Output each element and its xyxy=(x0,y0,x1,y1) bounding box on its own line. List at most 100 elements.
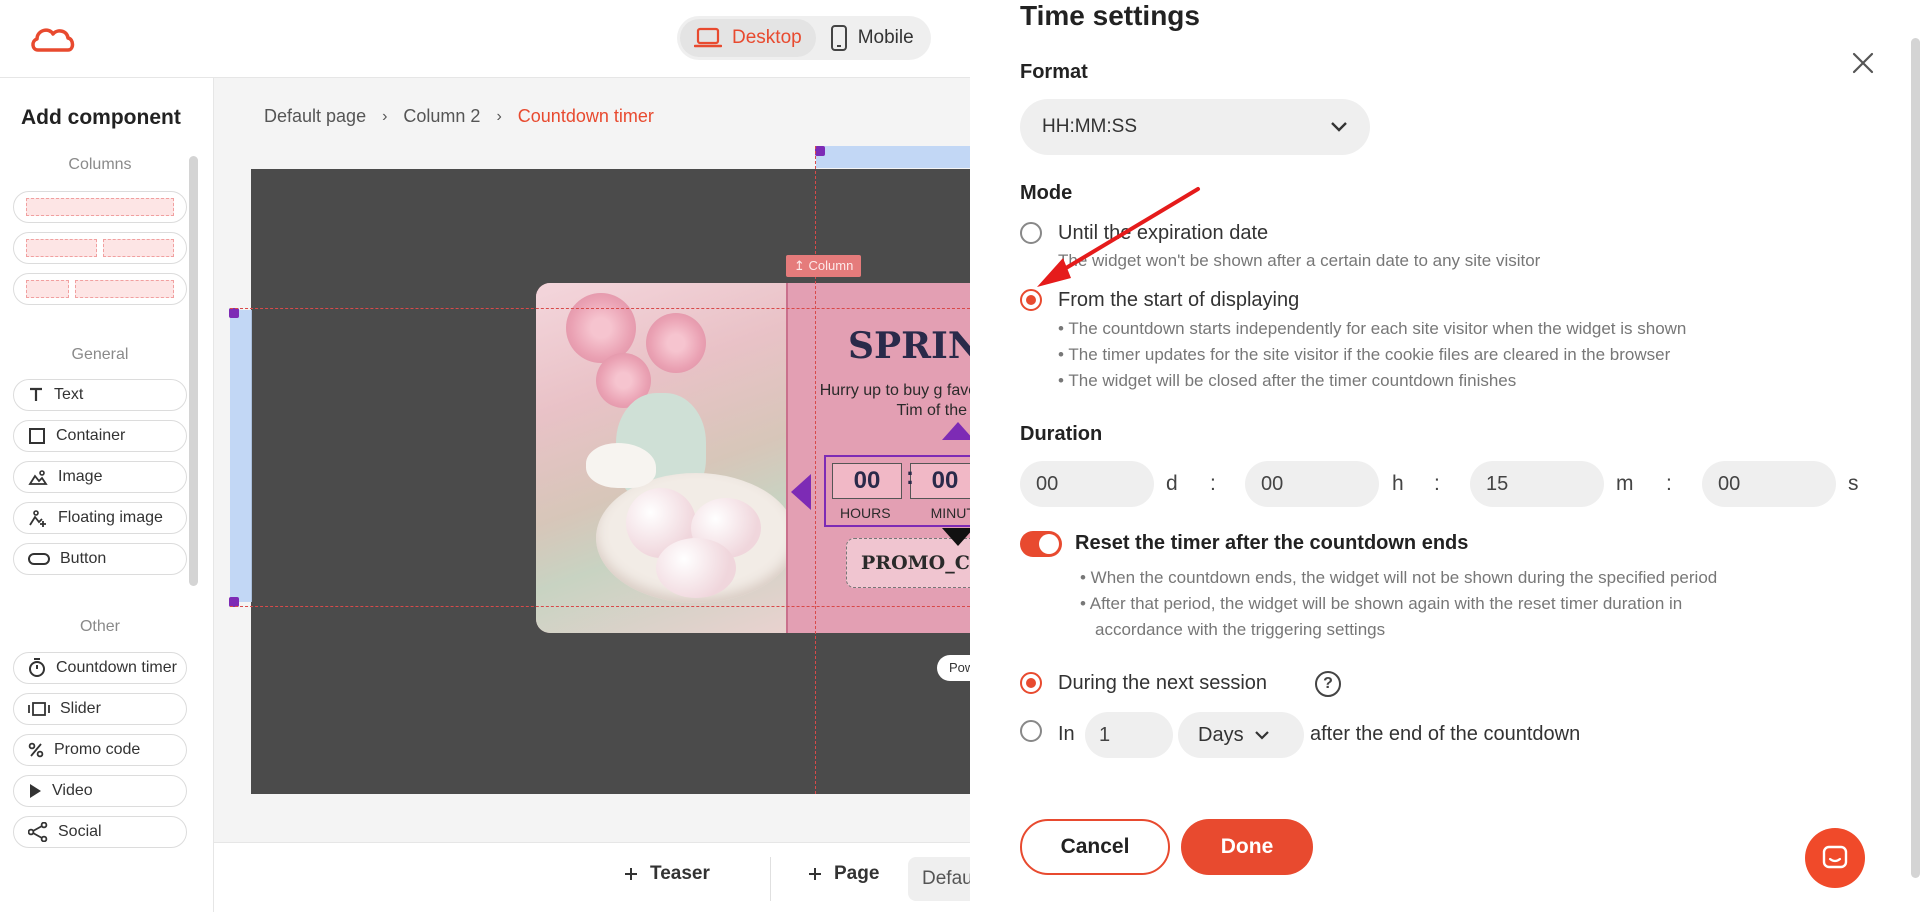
reset-timer-label: Reset the timer after the countdown ends xyxy=(1075,532,1469,554)
period-suffix: after the end of the countdown xyxy=(1310,723,1581,745)
chat-icon xyxy=(1822,845,1848,869)
desktop-button[interactable]: Desktop xyxy=(680,19,816,57)
duration-seconds-input[interactable] xyxy=(1702,461,1836,507)
guide-line xyxy=(230,308,970,309)
add-promo-code-label: Promo code xyxy=(54,741,141,758)
duration-days-input[interactable] xyxy=(1020,461,1154,507)
resize-handle[interactable] xyxy=(815,146,825,156)
button-icon xyxy=(28,553,50,565)
format-value: HH:MM:SS xyxy=(1042,116,1137,137)
cancel-button[interactable]: Cancel xyxy=(1020,819,1170,875)
close-icon[interactable] xyxy=(1850,50,1876,76)
resize-handle[interactable] xyxy=(229,308,239,318)
top-bar: Desktop Mobile xyxy=(0,0,970,78)
add-container-button[interactable]: Container xyxy=(13,420,187,452)
desktop-label: Desktop xyxy=(732,27,802,48)
stopwatch-icon xyxy=(29,658,45,677)
chat-button[interactable] xyxy=(1805,828,1865,888)
radio-from-start[interactable] xyxy=(1020,289,1042,311)
floating-image-icon xyxy=(29,510,46,527)
radio-until-expiration[interactable] xyxy=(1020,222,1042,244)
section-columns: Columns xyxy=(68,156,132,173)
done-button[interactable]: Done xyxy=(1181,819,1313,875)
time-settings-panel: Time settings Format HH:MM:SS Mode Until… xyxy=(970,0,1920,912)
add-container-label: Container xyxy=(56,427,126,444)
add-teaser-button[interactable]: Teaser xyxy=(624,863,710,885)
sidebar-title: Add component xyxy=(21,106,181,129)
add-video-button[interactable]: Video xyxy=(13,775,187,807)
bottom-bar: Teaser Page Defau xyxy=(214,842,988,912)
play-icon xyxy=(30,784,41,798)
add-slider-label: Slider xyxy=(60,700,101,717)
add-social-button[interactable]: Social xyxy=(13,816,187,848)
reset-hint-2: • After that period, the widget will be … xyxy=(1080,594,1683,613)
component-sidebar: Add component Columns General Text Conta… xyxy=(0,78,214,912)
rose-shape xyxy=(646,313,706,373)
add-promo-code-button[interactable]: Promo code xyxy=(13,734,187,766)
radio-from-start-label[interactable]: From the start of displaying xyxy=(1058,289,1299,312)
laptop-icon xyxy=(694,27,722,48)
format-label: Format xyxy=(1020,61,1088,83)
column-preset-2[interactable] xyxy=(13,232,187,264)
period-unit-value: Days xyxy=(1198,723,1244,746)
add-text-label: Text xyxy=(54,386,84,403)
panel-scrollbar[interactable] xyxy=(1911,38,1920,878)
timer-label-hours: HOURS xyxy=(840,505,891,521)
radio-in-period[interactable] xyxy=(1020,720,1042,742)
share-icon xyxy=(28,822,48,842)
duration-separator: : xyxy=(1210,472,1216,495)
slider-icon xyxy=(28,702,50,716)
timer-colon: : xyxy=(906,463,914,490)
radio-next-session[interactable] xyxy=(1020,672,1042,694)
from-start-hint-1: • The countdown starts independently for… xyxy=(1058,319,1687,338)
phone-icon xyxy=(830,25,847,51)
timer-label-minutes: MINUT xyxy=(930,505,975,521)
period-amount-input[interactable] xyxy=(1085,712,1173,758)
reset-hint-1: • When the countdown ends, the widget wi… xyxy=(1080,568,1718,587)
add-button-button[interactable]: Button xyxy=(13,543,187,575)
add-page-button[interactable]: Page xyxy=(808,863,879,885)
help-icon[interactable]: ? xyxy=(1315,671,1341,697)
radio-next-session-label[interactable]: During the next session xyxy=(1058,672,1267,695)
breadcrumb-column-2[interactable]: Column 2 xyxy=(403,106,480,127)
reset-timer-toggle[interactable] xyxy=(1020,531,1062,557)
column-preset-3[interactable] xyxy=(13,273,187,305)
add-countdown-timer-label: Countdown timer xyxy=(56,659,177,676)
duration-separator: : xyxy=(1666,472,1672,495)
period-unit-select[interactable]: Days xyxy=(1178,712,1304,758)
from-start-hint-2: • The timer updates for the site visitor… xyxy=(1058,345,1671,364)
add-image-button[interactable]: Image xyxy=(13,461,187,493)
breadcrumb-separator: › xyxy=(382,107,388,125)
move-left-handle[interactable] xyxy=(791,474,811,510)
meringue-shape xyxy=(656,538,736,598)
mobile-button[interactable]: Mobile xyxy=(816,19,928,57)
column-preset-1[interactable] xyxy=(13,191,187,223)
add-video-label: Video xyxy=(52,782,93,799)
row-selection-bar xyxy=(230,310,252,602)
add-social-label: Social xyxy=(58,823,102,840)
widget-preview[interactable]: SPRING Hurry up to buy g favorable price… xyxy=(536,283,1016,633)
chevron-down-icon xyxy=(1331,122,1347,132)
breadcrumb-default-page[interactable]: Default page xyxy=(264,106,366,127)
reset-hint-3: accordance with the triggering settings xyxy=(1095,620,1386,639)
timer-labels: HOURS MINUT xyxy=(840,505,975,521)
duration-days-unit: d xyxy=(1166,472,1178,495)
duration-label: Duration xyxy=(1020,423,1103,445)
column-block xyxy=(103,239,174,257)
logo-icon[interactable] xyxy=(30,24,76,54)
radio-until-expiration-label[interactable]: Until the expiration date xyxy=(1058,222,1268,245)
duration-minutes-unit: m xyxy=(1616,472,1634,495)
add-countdown-timer-button[interactable]: Countdown timer xyxy=(13,652,187,684)
format-select[interactable]: HH:MM:SS xyxy=(1020,99,1370,155)
duration-minutes-input[interactable] xyxy=(1470,461,1604,507)
column-tag[interactable]: ↥ Column xyxy=(786,255,862,277)
mode-label: Mode xyxy=(1020,182,1073,204)
until-expiration-hint: The widget won't be shown after a certai… xyxy=(1058,251,1541,270)
sidebar-scrollbar[interactable] xyxy=(189,156,198,586)
add-slider-button[interactable]: Slider xyxy=(13,693,187,725)
duration-hours-input[interactable] xyxy=(1245,461,1379,507)
add-floating-image-button[interactable]: Floating image xyxy=(13,502,187,534)
add-text-button[interactable]: Text xyxy=(13,379,187,411)
breadcrumb-countdown-timer[interactable]: Countdown timer xyxy=(518,106,654,127)
square-icon xyxy=(29,428,45,444)
